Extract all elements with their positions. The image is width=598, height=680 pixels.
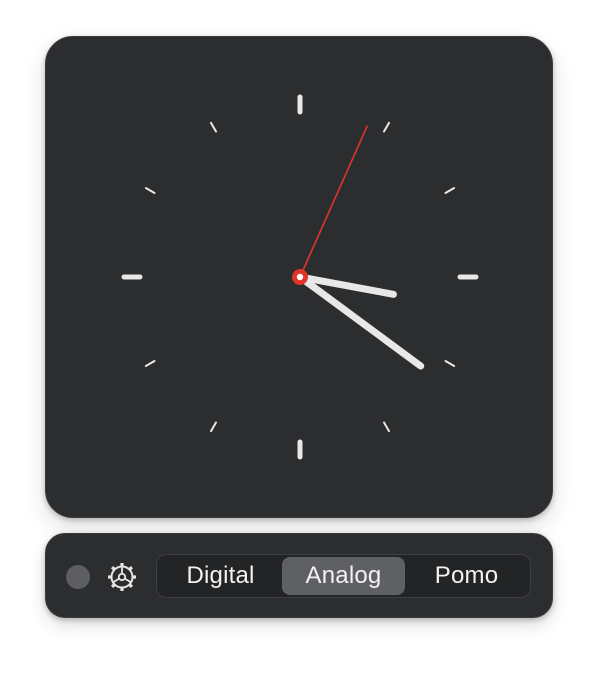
hour-tick	[210, 421, 217, 433]
center-pin	[296, 273, 304, 281]
tab-digital[interactable]: Digital	[159, 557, 282, 595]
hour-tick	[210, 121, 217, 133]
tab-pomo[interactable]: Pomo	[405, 557, 528, 595]
second-hand	[299, 125, 368, 278]
mode-toolbar: Digital Analog Pomo	[45, 533, 553, 618]
hour-tick	[383, 121, 390, 133]
analog-clock-card	[45, 36, 553, 518]
status-dot[interactable]	[66, 565, 90, 589]
hour-tick	[383, 421, 390, 433]
hour-tick	[444, 187, 456, 194]
analog-clock-face	[121, 94, 479, 460]
mode-segmented-control: Digital Analog Pomo	[156, 554, 531, 598]
hour-tick	[444, 360, 456, 367]
tab-analog[interactable]: Analog	[282, 557, 405, 595]
hour-tick	[144, 360, 156, 367]
gear-icon[interactable]	[106, 561, 138, 593]
hour-tick	[144, 187, 156, 194]
